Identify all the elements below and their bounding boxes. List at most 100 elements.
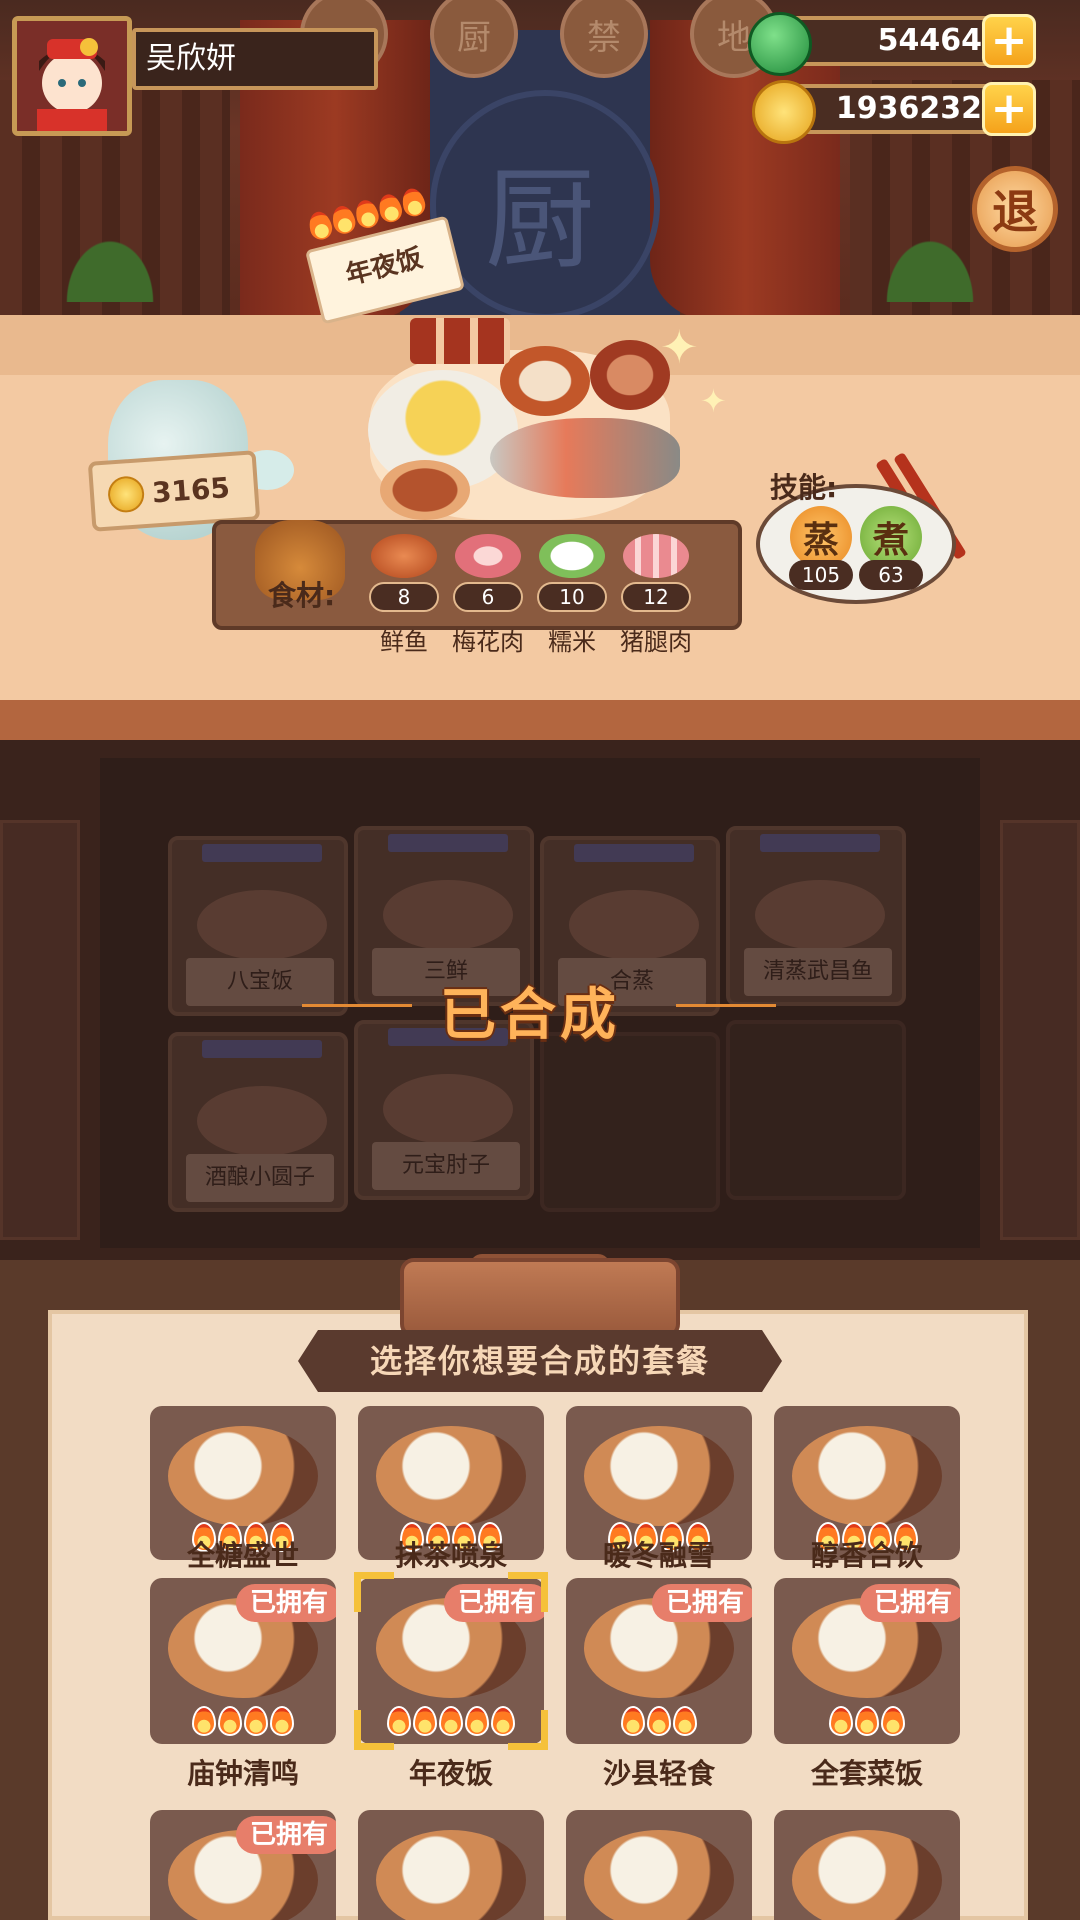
owned-badge: 已拥有 [235, 1584, 336, 1622]
ingredient-count: 8 [369, 582, 439, 612]
clipboard-clip [400, 1258, 680, 1338]
panel-title: 选择你想要合成的套餐 [298, 1330, 782, 1392]
ingredient-count: 10 [537, 582, 607, 612]
meal-card[interactable]: 已拥有 全套菜饭 [774, 1578, 960, 1792]
meal-image [584, 1830, 734, 1920]
meal-image [792, 1426, 942, 1526]
flame-icon [329, 203, 358, 237]
selection-corner [508, 1572, 548, 1612]
flame-icon [673, 1706, 697, 1736]
synth-divider-right [676, 1004, 776, 1007]
meal-card[interactable] [566, 1810, 752, 1920]
ingredient-list: 8 6 10 12 [362, 534, 698, 612]
sparkle-icon: ✦ [700, 382, 727, 420]
meal-difficulty [566, 1706, 752, 1736]
skill-steam-icon: 蒸 [790, 506, 852, 568]
fish-icon [371, 534, 437, 578]
ingredient-count: 6 [453, 582, 523, 612]
ingredient-item[interactable]: 12 [614, 534, 698, 612]
skills-label: 技能: [770, 471, 838, 504]
meal-card[interactable] [358, 1810, 544, 1920]
skill-boil-icon: 煮 [860, 506, 922, 568]
ingredient-count: 12 [621, 582, 691, 612]
meal-name: 醇香合饮 [810, 1539, 923, 1572]
ingredient-item[interactable]: 6 [446, 534, 530, 612]
meal-image [792, 1830, 942, 1920]
meal-card[interactable]: 已拥有 沙县轻食 [566, 1578, 752, 1792]
selection-corner [354, 1572, 394, 1612]
player-name: 吴欣妍 [132, 28, 378, 90]
pork-shoulder-icon [455, 534, 521, 578]
skill-boil-value: 63 [859, 560, 923, 590]
player-avatar[interactable] [12, 16, 132, 136]
meal-row-2: 已拥有 庙钟清鸣 已拥有 年夜饭 已拥有 沙县轻食 已拥有 全套菜饭 [150, 1572, 1030, 1792]
gold-coin-icon [752, 80, 816, 144]
counter-edge [0, 700, 1080, 740]
exit-button[interactable]: 退 [972, 166, 1058, 252]
meal-image [168, 1426, 318, 1526]
meal-name: 全套菜饭 [810, 1757, 923, 1790]
gold-amount: 1936232 [835, 91, 982, 126]
sparkle-icon: ✦ [660, 320, 699, 374]
meal-card[interactable] [774, 1810, 960, 1920]
owned-badge: 已拥有 [859, 1584, 960, 1622]
pork-knuckle-icon [380, 460, 470, 520]
firecracker-icon [410, 318, 510, 364]
meal-name: 全糖盛世 [186, 1539, 299, 1572]
selection-corner [354, 1710, 394, 1750]
meat-bowl-icon [590, 340, 670, 410]
ingredient-name: 鲜鱼 [380, 628, 428, 656]
steamed-fish-icon [490, 418, 680, 498]
add-jade-button[interactable]: + [982, 14, 1036, 68]
ingredient-names: 鲜鱼 梅花肉 糯米 猪腿肉 [362, 614, 698, 657]
meal-name: 年夜饭 [408, 1757, 493, 1790]
ingredients-label: 食材: [268, 579, 336, 612]
owned-badge: 已拥有 [235, 1816, 336, 1854]
flame-icon [192, 1706, 216, 1736]
flame-icon [352, 197, 382, 231]
selection-corner [508, 1710, 548, 1750]
meal-difficulty [150, 1706, 336, 1736]
glutinous-rice-icon [539, 534, 605, 578]
flame-icon [647, 1706, 671, 1736]
flame-icon [829, 1706, 853, 1736]
meal-card[interactable]: 已拥有 庙钟清鸣 [150, 1578, 336, 1792]
meal-name: 暖冬融雪 [602, 1539, 715, 1572]
synth-divider-left [302, 1004, 412, 1007]
flame-icon [413, 1706, 437, 1736]
plant-left-icon [60, 232, 160, 302]
flame-icon [621, 1706, 645, 1736]
flame-icon [376, 191, 405, 225]
ingredient-name: 猪腿肉 [620, 628, 692, 656]
skill-steam-value: 105 [789, 560, 853, 590]
ingredient-name: 糯米 [548, 628, 596, 656]
meal-name: 沙县轻食 [602, 1757, 715, 1790]
ingredient-item[interactable]: 10 [530, 534, 614, 612]
flame-icon [218, 1706, 242, 1736]
flame-icon [855, 1706, 879, 1736]
meal-image [376, 1426, 526, 1526]
add-gold-button[interactable]: + [982, 82, 1036, 136]
meal-image [376, 1830, 526, 1920]
soup-bowl-icon [500, 346, 590, 416]
meal-row-3: 已拥有 [150, 1810, 1030, 1920]
pork-leg-icon [623, 534, 689, 578]
dish-price: 3165 [150, 470, 231, 509]
meal-difficulty [774, 1706, 960, 1736]
flame-icon [244, 1706, 268, 1736]
kitchen-emblem-char: 厨 [485, 156, 595, 284]
meal-card[interactable]: 已拥有 [150, 1810, 336, 1920]
jade-amount: 54464 [877, 23, 982, 58]
flame-icon [881, 1706, 905, 1736]
meal-name: 抹茶喷泉 [394, 1539, 507, 1572]
flame-icon [270, 1706, 294, 1736]
synthesized-label: 已合成 [440, 983, 620, 1048]
owned-badge: 已拥有 [651, 1584, 752, 1622]
meal-image [584, 1426, 734, 1526]
plant-right-icon [880, 232, 980, 302]
meal-name: 庙钟清鸣 [186, 1757, 299, 1790]
ingredient-item[interactable]: 8 [362, 534, 446, 612]
ingredient-name: 梅花肉 [452, 628, 524, 656]
meal-card-selected[interactable]: 已拥有 年夜饭 [354, 1572, 548, 1792]
flame-icon [439, 1706, 463, 1736]
